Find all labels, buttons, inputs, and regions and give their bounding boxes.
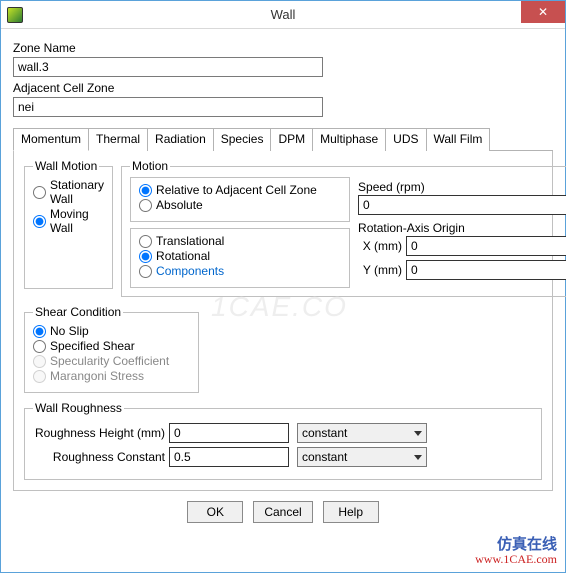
tab-dpm[interactable]: DPM [271,128,313,151]
titlebar: Wall ✕ [1,1,565,29]
marangoni-label: Marangoni Stress [50,369,144,383]
motion-legend: Motion [130,159,170,173]
roughness-constant-mode[interactable]: constant [297,447,427,467]
rotational-radio[interactable] [139,250,152,263]
watermark-line2: www.1CAE.com [475,552,557,566]
no-slip-radio[interactable] [33,325,46,338]
x-input[interactable] [406,236,566,256]
marangoni-radio [33,370,46,383]
tab-wall-film[interactable]: Wall Film [427,128,491,151]
origin-label: Rotation-Axis Origin [358,221,566,235]
roughness-height-mode-value: constant [302,426,347,440]
close-icon: ✕ [538,5,548,19]
motion-group: Motion Relative to Adjacent Cell Zone Ab… [121,159,566,297]
relative-radio[interactable] [139,184,152,197]
moving-wall-label: Moving Wall [50,207,104,235]
roughness-constant-input[interactable] [169,447,289,467]
shear-legend: Shear Condition [33,305,123,319]
components-radio[interactable] [139,265,152,278]
wall-motion-group: Wall Motion Stationary Wall Moving Wall [24,159,113,289]
cancel-button[interactable]: Cancel [253,501,312,523]
specularity-label: Specularity Coefficient [50,354,169,368]
rotational-label: Rotational [156,249,210,263]
tab-thermal[interactable]: Thermal [89,128,148,151]
specified-shear-label: Specified Shear [50,339,135,353]
stationary-wall-label: Stationary Wall [50,178,104,206]
specified-shear-radio[interactable] [33,340,46,353]
zone-name-input[interactable] [13,57,323,77]
roughness-constant-label: Roughness Constant [33,450,169,464]
roughness-height-label: Roughness Height (mm) [33,426,169,440]
tab-radiation[interactable]: Radiation [148,128,214,151]
watermark: 仿真在线 www.1CAE.com [475,538,557,566]
speed-label: Speed (rpm) [358,180,566,194]
roughness-legend: Wall Roughness [33,401,124,415]
zone-name-label: Zone Name [13,41,553,55]
chevron-down-icon [414,431,422,436]
moving-wall-radio[interactable] [33,215,46,228]
help-button[interactable]: Help [323,501,379,523]
watermark-line1: 仿真在线 [475,538,557,552]
specularity-radio [33,355,46,368]
components-label: Components [156,264,224,278]
x-label: X (mm) [358,239,406,253]
no-slip-label: No Slip [50,324,89,338]
y-label: Y (mm) [358,263,406,277]
app-icon [7,7,23,23]
ok-button[interactable]: OK [187,501,243,523]
roughness-height-mode[interactable]: constant [297,423,427,443]
tab-species[interactable]: Species [214,128,272,151]
shear-group: Shear Condition No Slip Specified Shear … [24,305,199,393]
roughness-constant-mode-value: constant [302,450,347,464]
tab-multiphase[interactable]: Multiphase [313,128,386,151]
window-title: Wall [271,7,296,22]
stationary-wall-radio[interactable] [33,186,46,199]
tab-uds[interactable]: UDS [386,128,426,151]
roughness-height-input[interactable] [169,423,289,443]
relative-label: Relative to Adjacent Cell Zone [156,183,317,197]
absolute-radio[interactable] [139,199,152,212]
wall-motion-legend: Wall Motion [33,159,99,173]
close-button[interactable]: ✕ [521,1,565,23]
adjacent-zone-input[interactable] [13,97,323,117]
absolute-label: Absolute [156,198,203,212]
tab-momentum[interactable]: Momentum [13,128,89,151]
roughness-group: Wall Roughness Roughness Height (mm) con… [24,401,542,480]
y-input[interactable] [406,260,566,280]
tab-bar: Momentum Thermal Radiation Species DPM M… [13,127,553,151]
speed-input[interactable] [358,195,566,215]
adjacent-zone-label: Adjacent Cell Zone [13,81,553,95]
translational-radio[interactable] [139,235,152,248]
translational-label: Translational [156,234,224,248]
chevron-down-icon [414,455,422,460]
